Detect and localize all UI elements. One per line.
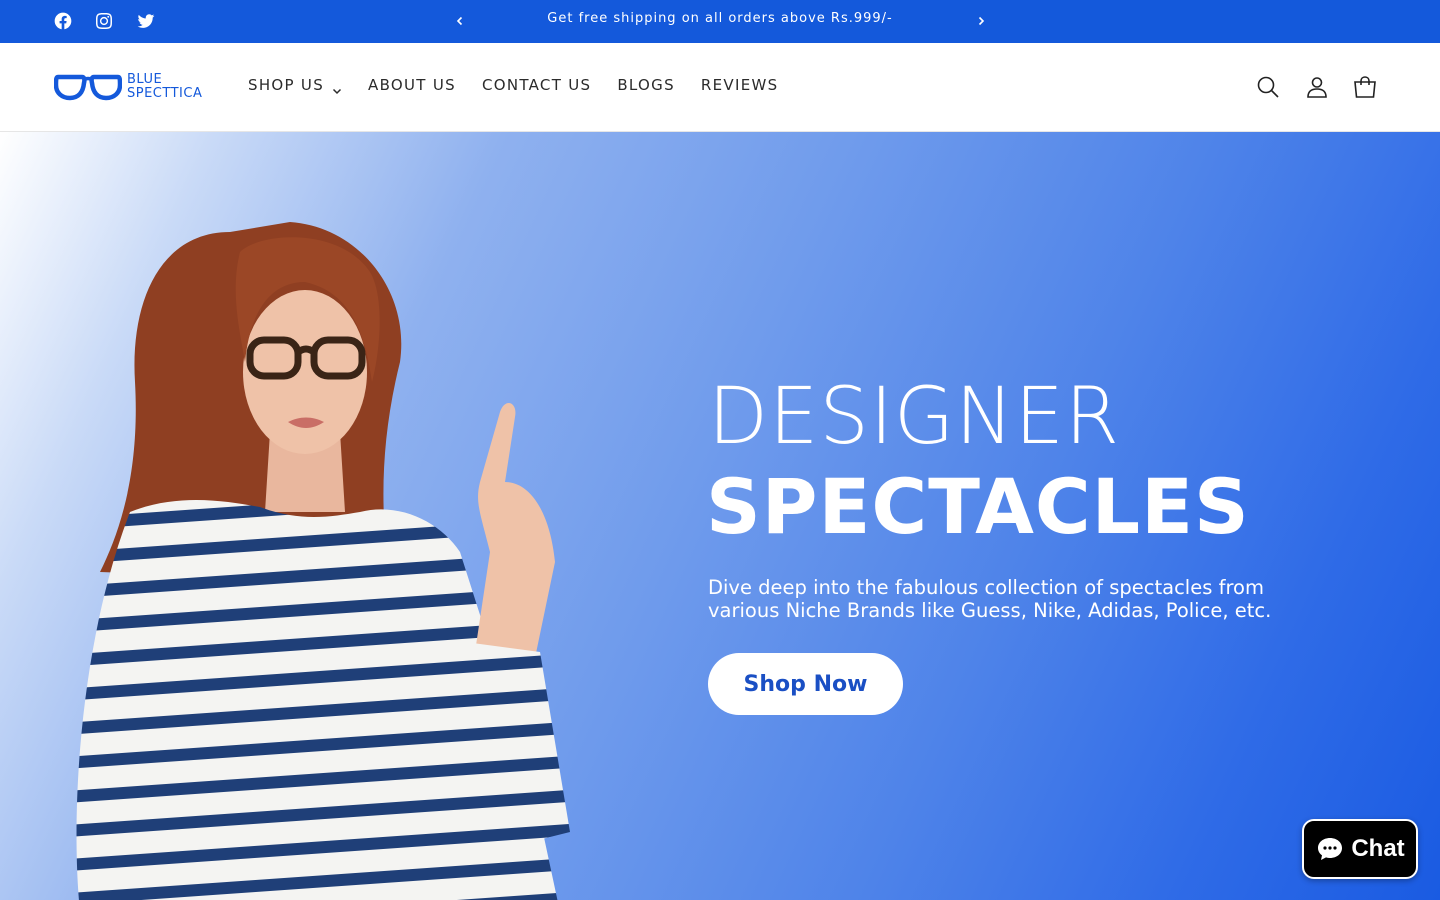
hero-subtitle-line-1: Dive deep into the fabulous collection o… xyxy=(708,576,1264,599)
hero-subtitle-line-2: various Niche Brands like Guess, Nike, A… xyxy=(708,599,1272,622)
nav-about-us[interactable]: ABOUT US xyxy=(368,76,456,94)
nav-blogs[interactable]: BLOGS xyxy=(617,76,675,94)
shop-now-button[interactable]: Shop Now xyxy=(708,653,903,715)
hero-title-line-1: DESIGNER xyxy=(708,372,1121,462)
main-nav: SHOP US ABOUT US CONTACT US BLOGS REVIEW… xyxy=(248,76,804,95)
logo-line-2: SPECTTICA xyxy=(127,86,203,101)
logo-text: BLUE SPECTTICA xyxy=(127,73,202,101)
announcement-bar: Get free shipping on all orders above Rs… xyxy=(0,0,1440,43)
chat-bubble-icon xyxy=(1318,838,1343,860)
chevron-right-icon[interactable] xyxy=(971,11,991,31)
hero-title-line-2: SPECTACLES xyxy=(706,462,1250,551)
chat-button[interactable]: Chat xyxy=(1302,819,1418,879)
chevron-down-icon xyxy=(332,82,342,95)
nav-shop-us-label: SHOP US xyxy=(248,76,325,94)
site-logo[interactable]: BLUE SPECTTICA xyxy=(54,69,214,105)
nav-contact-us[interactable]: CONTACT US xyxy=(482,76,591,94)
cart-icon[interactable] xyxy=(1351,73,1379,101)
hero-model-image xyxy=(76,222,570,900)
logo-line-1: BLUE xyxy=(127,72,163,87)
chevron-left-icon[interactable] xyxy=(450,11,470,31)
hero-subtitle: Dive deep into the fabulous collection o… xyxy=(708,576,1308,622)
announcement-text: Get free shipping on all orders above Rs… xyxy=(547,11,893,26)
chat-label: Chat xyxy=(1351,835,1405,862)
glasses-logo-icon xyxy=(54,74,122,101)
instagram-icon[interactable] xyxy=(92,10,116,32)
twitter-icon[interactable] xyxy=(134,10,158,32)
account-icon[interactable] xyxy=(1303,73,1331,101)
facebook-icon[interactable] xyxy=(51,10,75,32)
hero-banner: DESIGNER SPECTACLES Dive deep into the f… xyxy=(0,132,1440,900)
site-header: BLUE SPECTTICA SHOP US ABOUT US CONTACT … xyxy=(0,43,1440,132)
nav-reviews[interactable]: REVIEWS xyxy=(701,76,779,94)
search-icon[interactable] xyxy=(1254,73,1282,101)
nav-shop-us[interactable]: SHOP US xyxy=(248,76,342,95)
